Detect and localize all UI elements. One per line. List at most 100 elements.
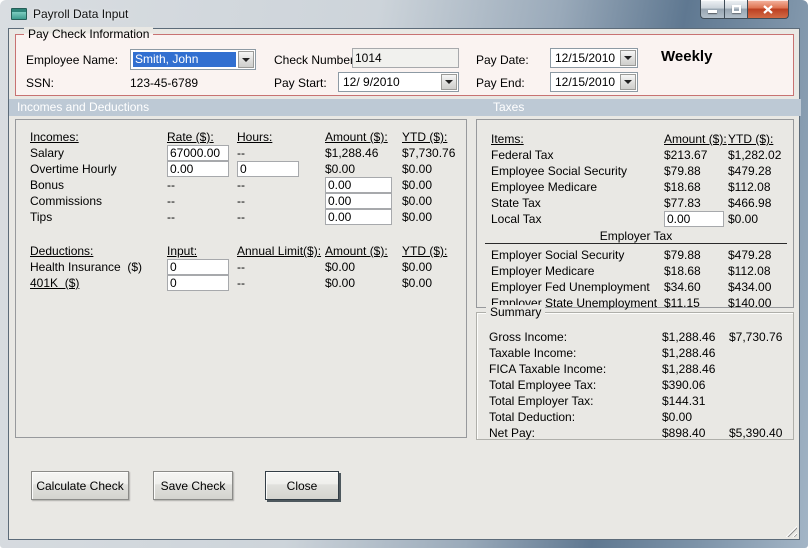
tax-cell: $11.15 xyxy=(664,296,700,310)
summary-cell: $898.40 xyxy=(662,426,706,440)
deduction-cell: -- xyxy=(237,260,245,274)
summary-cell: $7,730.76 xyxy=(729,330,783,344)
employee-name-label: Employee Name: xyxy=(26,53,119,67)
summary-row-label: Gross Income: xyxy=(489,330,568,344)
column-header: Input: xyxy=(167,244,198,258)
income-cell: -- xyxy=(237,194,245,208)
tax-cell: $140.00 xyxy=(728,296,772,310)
pay-end-picker[interactable]: 12/15/2010 xyxy=(550,72,638,92)
employee-name-dropdown-button[interactable] xyxy=(238,51,254,68)
tax-row-label: Federal Tax xyxy=(491,148,554,162)
window-title: Payroll Data Input xyxy=(33,7,129,21)
employee-taxes-table: Items: Amount ($): YTD ($): Federal Tax … xyxy=(491,131,793,227)
bonus-amount-input[interactable] xyxy=(325,177,392,193)
pay-start-dropdown-button[interactable] xyxy=(441,74,457,90)
column-header: Amount ($): xyxy=(325,244,388,258)
deduction-cell: -- xyxy=(237,276,245,290)
taxes-section-header: Taxes xyxy=(493,100,525,114)
check-number-label: Check Number: xyxy=(274,53,358,67)
tax-row-label: Employer Social Security xyxy=(491,248,625,262)
pay-end-value: 12/15/2010 xyxy=(555,75,616,89)
income-cell: $0.00 xyxy=(402,178,433,192)
pay-date-label: Pay Date: xyxy=(476,53,529,67)
deduction-cell: $0.00 xyxy=(325,276,356,290)
overtime-rate-input[interactable] xyxy=(167,161,229,177)
maximize-icon xyxy=(731,5,741,13)
caption-buttons xyxy=(700,0,789,19)
close-button[interactable] xyxy=(748,0,789,19)
summary-cell xyxy=(729,345,793,361)
pay-start-label: Pay Start: xyxy=(274,76,327,90)
incomes-deductions-panel: Incomes: Rate ($): Hours: Amount ($): YT… xyxy=(15,119,467,438)
overtime-hours-input[interactable] xyxy=(237,161,299,177)
paycheck-info-groupbox: Pay Check Information Employee Name: Smi… xyxy=(15,27,794,96)
paycheck-info-group-label: Pay Check Information xyxy=(24,27,154,41)
summary-cell: $1,288.46 xyxy=(662,346,716,360)
summary-groupbox: Summary Gross Income: $1,288.46 $7,730.7… xyxy=(476,305,794,440)
app-window: Payroll Data Input Pay Check Information… xyxy=(0,0,808,548)
income-cell: -- xyxy=(167,178,175,192)
401k-input[interactable] xyxy=(167,275,229,291)
401k-link[interactable]: 401K ($) xyxy=(30,275,167,291)
employee-name-combobox[interactable]: Smith, John xyxy=(130,49,256,70)
salary-rate-input[interactable] xyxy=(167,145,229,161)
commissions-amount-input[interactable] xyxy=(325,193,392,209)
tips-amount-input[interactable] xyxy=(325,209,392,225)
minimize-icon xyxy=(708,9,717,13)
health-insurance-input[interactable] xyxy=(167,259,229,275)
section-header-band: Incomes and Deductions Taxes xyxy=(9,99,801,116)
tax-cell: $18.68 xyxy=(664,264,701,278)
tax-cell: $1,282.02 xyxy=(728,148,782,162)
resize-grip[interactable] xyxy=(785,525,797,537)
summary-cell xyxy=(729,377,793,393)
column-header: Amount ($): xyxy=(664,132,727,146)
deductions-table: Deductions: Input: Annual Limit($): Amou… xyxy=(30,243,466,291)
incomes-deductions-section-header: Incomes and Deductions xyxy=(17,100,150,114)
close-icon xyxy=(763,4,773,14)
summary-cell: $390.06 xyxy=(662,378,706,392)
summary-cell: $1,288.46 xyxy=(662,362,716,376)
tax-cell: $34.60 xyxy=(664,280,701,294)
pay-end-dropdown-button[interactable] xyxy=(620,74,636,90)
tax-row-label: Employee Medicare xyxy=(491,180,598,194)
minimize-button[interactable] xyxy=(700,0,724,19)
summary-cell: $0.00 xyxy=(662,410,693,424)
ssn-value: 123-45-6789 xyxy=(130,76,199,90)
income-cell: $0.00 xyxy=(402,194,433,208)
pay-date-dropdown-button[interactable] xyxy=(620,50,636,66)
income-row-label: Bonus xyxy=(30,178,65,192)
save-check-button[interactable]: Save Check xyxy=(153,471,233,500)
column-header: Incomes: xyxy=(30,130,79,144)
summary-row-label: Net Pay: xyxy=(489,426,536,440)
deduction-cell: $0.00 xyxy=(325,260,356,274)
local-tax-input[interactable] xyxy=(664,211,724,227)
ssn-label: SSN: xyxy=(26,76,55,90)
calculate-check-button[interactable]: Calculate Check xyxy=(31,471,129,500)
income-cell: -- xyxy=(167,194,175,208)
employer-tax-heading: Employer Tax xyxy=(485,229,787,244)
column-header: Amount ($): xyxy=(325,130,388,144)
taxes-panel: Items: Amount ($): YTD ($): Federal Tax … xyxy=(476,119,794,311)
income-row-label: Overtime Hourly xyxy=(30,162,117,176)
summary-cell: $5,390.40 xyxy=(729,426,783,440)
summary-group-label: Summary xyxy=(486,305,546,319)
pay-date-picker[interactable]: 12/15/2010 xyxy=(550,48,638,68)
pay-start-picker[interactable]: 12/ 9/2010 xyxy=(338,72,459,92)
maximize-button[interactable] xyxy=(724,0,748,19)
tax-cell: $479.28 xyxy=(728,164,772,178)
pay-end-label: Pay End: xyxy=(476,76,525,90)
close-form-button[interactable]: Close xyxy=(265,471,339,500)
pay-start-value: 12/ 9/2010 xyxy=(343,75,400,89)
summary-cell xyxy=(729,361,793,377)
tax-cell: $479.28 xyxy=(728,248,772,262)
income-cell: $0.00 xyxy=(402,162,433,176)
employer-taxes-table: Employer Social Security $79.88 $479.28 … xyxy=(491,247,793,311)
income-cell: -- xyxy=(237,210,245,224)
income-row-label: Tips xyxy=(30,210,53,224)
tax-cell: $466.98 xyxy=(728,196,772,210)
column-header: Deductions: xyxy=(30,244,94,258)
tax-cell: $79.88 xyxy=(664,164,701,178)
income-cell: $0.00 xyxy=(402,210,433,224)
employee-name-value: Smith, John xyxy=(133,52,236,67)
title-bar[interactable]: Payroll Data Input xyxy=(0,0,808,28)
